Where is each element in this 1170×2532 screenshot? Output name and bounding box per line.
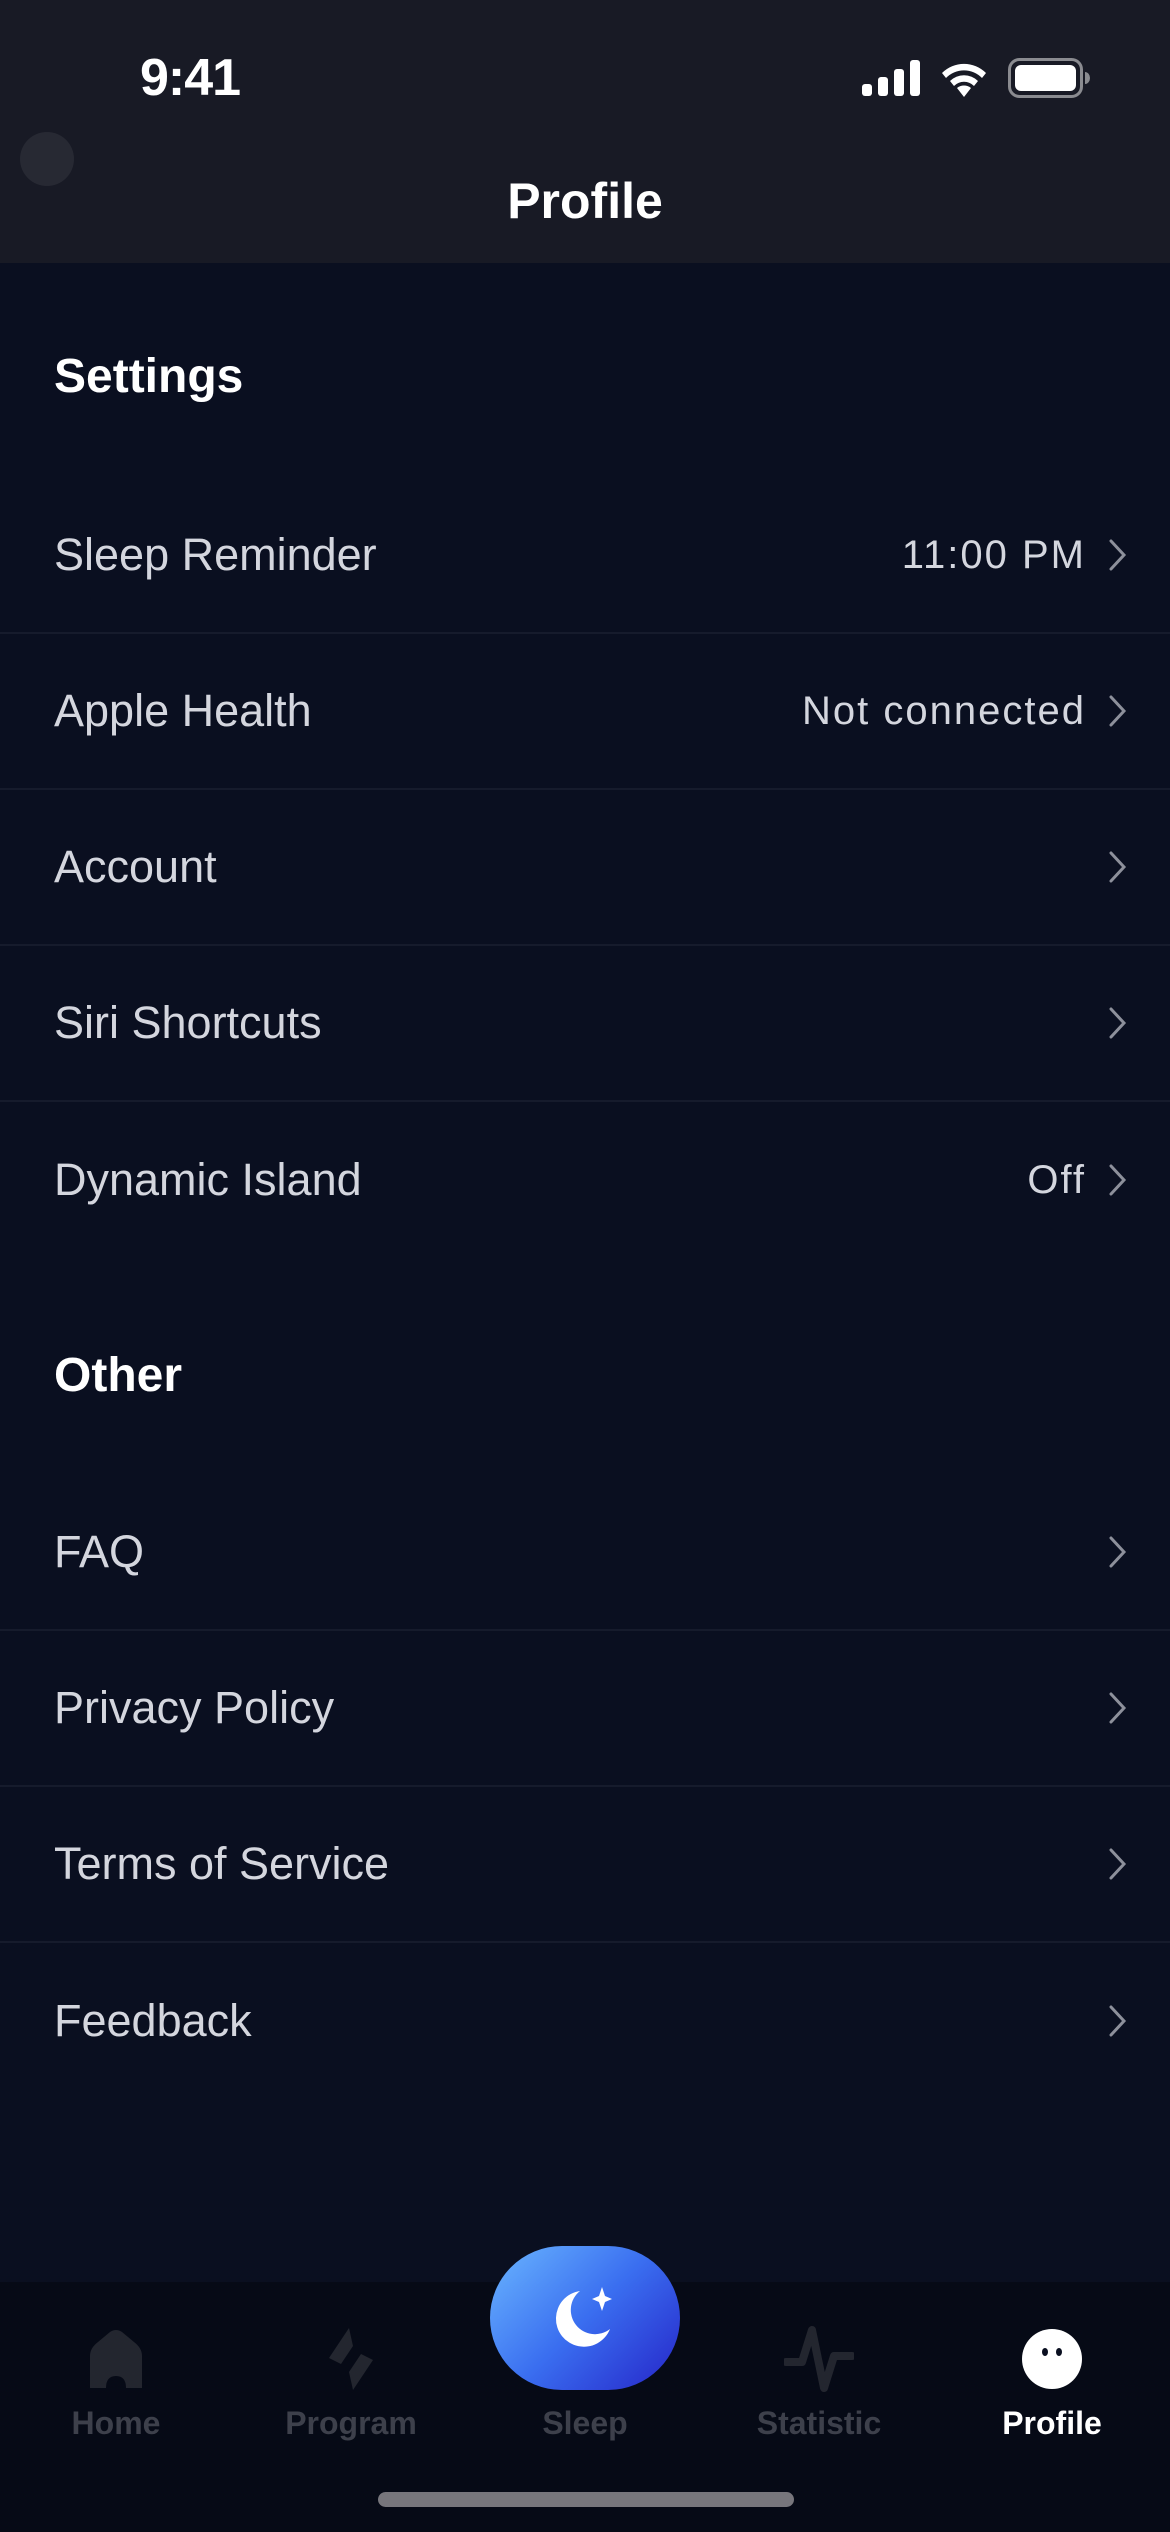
settings-list: Sleep Reminder 11:00 PM Apple Health Not…	[0, 478, 1170, 1258]
chevron-right-icon	[1109, 539, 1127, 571]
row-value: 11:00 PM	[901, 532, 1086, 577]
row-label: Terms of Service	[54, 1838, 390, 1889]
chevron-right-icon	[1109, 2005, 1127, 2037]
other-list: FAQ Privacy Policy Terms of Service Feed…	[0, 1475, 1170, 2099]
tab-label: Home	[71, 2405, 161, 2441]
chevron-right-icon	[1109, 1692, 1127, 1724]
row-label: Dynamic Island	[54, 1154, 362, 1205]
row-value: Off	[1027, 1157, 1086, 1202]
chevron-right-icon	[1109, 1007, 1127, 1039]
status-time: 9:41	[140, 49, 241, 107]
row-label: Feedback	[54, 1995, 252, 2046]
wifi-icon	[942, 63, 986, 97]
sleep-button[interactable]	[490, 2246, 680, 2390]
row-sleep-reminder[interactable]: Sleep Reminder 11:00 PM	[0, 478, 1170, 634]
row-privacy-policy[interactable]: Privacy Policy	[0, 1631, 1170, 1787]
section-title-other: Other	[54, 1349, 183, 1402]
tab-label: Statistic	[756, 2405, 882, 2441]
tab-label: Program	[285, 2405, 417, 2441]
chevron-right-icon	[1109, 695, 1127, 727]
row-label: Apple Health	[54, 685, 312, 736]
section-title-settings: Settings	[54, 350, 244, 403]
signal-icon	[862, 60, 920, 96]
row-label: Account	[54, 841, 217, 892]
home-icon	[90, 2330, 142, 2388]
header: 9:41 Profile	[0, 0, 1170, 263]
row-terms-of-service[interactable]: Terms of Service	[0, 1787, 1170, 1943]
tab-label: Profile	[1002, 2405, 1102, 2441]
row-account[interactable]: Account	[0, 790, 1170, 946]
row-apple-health[interactable]: Apple Health Not connected	[0, 634, 1170, 790]
row-label: Privacy Policy	[54, 1682, 335, 1733]
pulse-icon	[784, 2326, 854, 2392]
chevron-right-icon	[1109, 1536, 1127, 1568]
program-icon	[329, 2328, 373, 2390]
row-label: Sleep Reminder	[54, 529, 377, 580]
row-feedback[interactable]: Feedback	[0, 1943, 1170, 2099]
home-indicator	[378, 2492, 794, 2507]
chevron-right-icon	[1109, 1848, 1127, 1880]
battery-icon	[1008, 58, 1090, 98]
row-label: FAQ	[54, 1526, 145, 1577]
row-faq[interactable]: FAQ	[0, 1475, 1170, 1631]
moon-icon	[555, 2287, 612, 2347]
row-label: Siri Shortcuts	[54, 997, 322, 1048]
page-title: Profile	[507, 173, 663, 229]
chevron-right-icon	[1109, 851, 1127, 883]
settings-content: Settings Sleep Reminder 11:00 PM Apple H…	[0, 263, 1170, 2099]
row-dynamic-island[interactable]: Dynamic Island Off	[0, 1102, 1170, 1258]
row-siri-shortcuts[interactable]: Siri Shortcuts	[0, 946, 1170, 1102]
ghost-face-icon	[1022, 2329, 1082, 2389]
row-value: Not connected	[802, 688, 1086, 733]
chevron-right-icon	[1109, 1164, 1127, 1196]
status-icons	[862, 58, 1090, 98]
tab-label: Sleep	[542, 2405, 628, 2441]
